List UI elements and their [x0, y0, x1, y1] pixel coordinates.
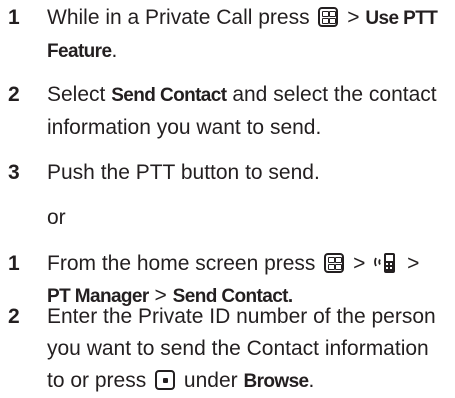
menu-key-icon — [318, 7, 339, 27]
punctuation: . — [308, 369, 315, 392]
step-line: While in a Private Call press > Use PTT — [47, 2, 455, 35]
separator: > — [353, 252, 366, 275]
step-text-part: From the home screen press — [47, 252, 316, 275]
separator: > — [407, 252, 420, 275]
step-text-part: and select the contact — [232, 83, 437, 106]
step-text-part: Select — [47, 83, 106, 106]
menu-option-keyword: Feature — [47, 41, 112, 62]
step-text: Enter the Private ID number of the perso… — [47, 301, 455, 398]
menu-option-keyword: Send Contact — [111, 85, 227, 106]
ptt-phone-icon — [374, 253, 396, 273]
step-number: 1 — [8, 6, 20, 29]
menu-key-icon — [324, 253, 345, 273]
step-number: 1 — [8, 252, 20, 275]
or-text: or — [47, 206, 66, 229]
center-select-key-icon — [155, 370, 176, 390]
step-text-part: to or press — [47, 369, 147, 392]
step-number: 2 — [8, 83, 20, 106]
step-line: you want to send the Contact information — [47, 337, 429, 360]
step-line: From the home screen press > > — [47, 248, 455, 280]
step-line: Push the PTT button to send. — [47, 161, 320, 184]
step-text: Push the PTT button to send. — [47, 157, 455, 189]
step-number: 3 — [8, 161, 20, 184]
menu-option-keyword: Use PTT — [365, 8, 438, 29]
step-number: 2 — [8, 305, 20, 328]
separator: > — [347, 6, 360, 29]
punctuation: . — [111, 39, 118, 62]
step-line: Feature. — [47, 35, 455, 68]
step-text-part: under — [183, 369, 238, 392]
menu-option-keyword: Browse — [243, 371, 309, 392]
step-text: Select Send Contact and select the conta… — [47, 79, 455, 144]
step-text-part: While in a Private Call press — [47, 6, 310, 29]
step-line: Select Send Contact and select the conta… — [47, 79, 455, 112]
step-line: to or press under Browse. — [47, 365, 455, 398]
step-line: Enter the Private ID number of the perso… — [47, 305, 436, 328]
step-text: While in a Private Call press > Use PTT … — [47, 2, 455, 68]
step-line: information you want to send. — [47, 116, 322, 139]
